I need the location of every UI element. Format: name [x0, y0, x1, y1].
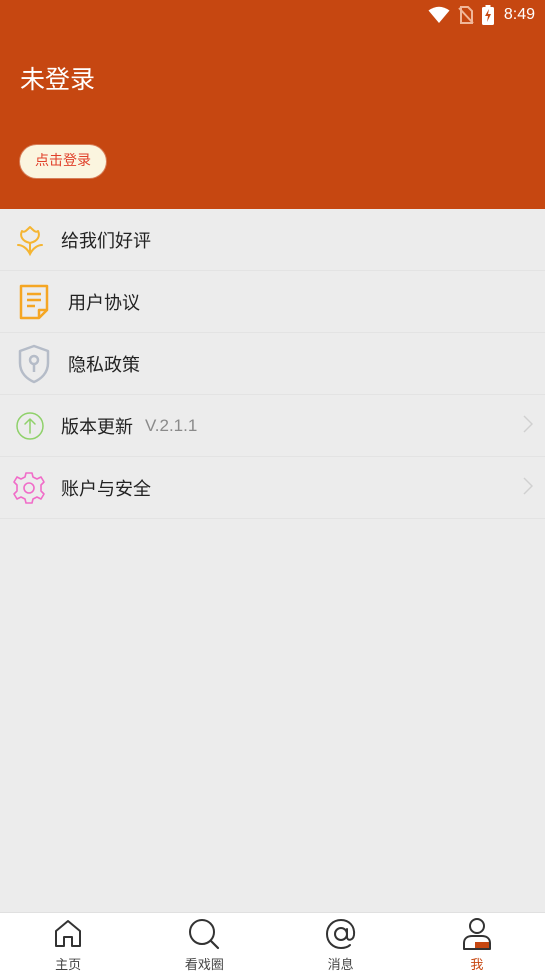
document-icon	[16, 284, 52, 320]
menu-item-label: 隐私政策	[68, 354, 140, 376]
tab-label: 看戏圈	[184, 958, 224, 973]
gear-icon	[11, 470, 47, 506]
menu-item-label: 账户与安全	[61, 478, 151, 500]
user-name: 未登录	[20, 65, 96, 94]
tab-drama-circle[interactable]: 看戏圈	[136, 913, 272, 975]
status-time: 8:49	[503, 6, 535, 23]
menu-item-version-update[interactable]: 版本更新 V.2.1.1	[0, 395, 545, 457]
menu-item-label: 给我们好评	[61, 230, 151, 252]
tab-label: 主页	[55, 958, 82, 973]
menu-item-label: 用户协议	[68, 292, 140, 314]
home-icon	[52, 917, 84, 953]
menu-item-account-security[interactable]: 账户与安全	[0, 457, 545, 519]
no-sim-icon	[458, 6, 474, 24]
menu-item-user-agreement[interactable]: 用户协议	[0, 271, 545, 333]
tab-messages[interactable]: 消息	[273, 913, 409, 975]
at-icon	[324, 917, 358, 955]
menu-item-privacy-policy[interactable]: 隐私政策	[0, 333, 545, 395]
settings-menu: 给我们好评 用户协议 隐私政策 版本更新 V.2.1.1 账户与安全	[0, 209, 545, 519]
tab-me[interactable]: 我	[409, 913, 545, 975]
version-value: V.2.1.1	[145, 415, 198, 435]
status-bar: 8:49	[428, 0, 545, 30]
chevron-right-icon	[523, 476, 534, 499]
menu-item-label: 版本更新	[61, 416, 133, 438]
upload-arrow-icon	[12, 408, 48, 444]
profile-icon	[461, 917, 493, 955]
search-icon	[187, 917, 221, 955]
tab-label: 消息	[327, 958, 354, 973]
menu-item-rate-us[interactable]: 给我们好评	[0, 209, 545, 271]
tab-home[interactable]: 主页	[0, 913, 136, 975]
chevron-right-icon	[523, 414, 534, 437]
flower-icon	[12, 222, 48, 258]
login-button[interactable]: 点击登录	[20, 145, 106, 178]
bottom-tab-bar: 主页 看戏圈 消息 我	[0, 912, 545, 975]
battery-charging-icon	[481, 5, 494, 25]
shield-lock-icon	[16, 344, 52, 383]
tab-label: 我	[470, 958, 484, 973]
profile-header: 8:49 未登录 点击登录	[0, 0, 545, 209]
wifi-icon	[428, 6, 450, 24]
